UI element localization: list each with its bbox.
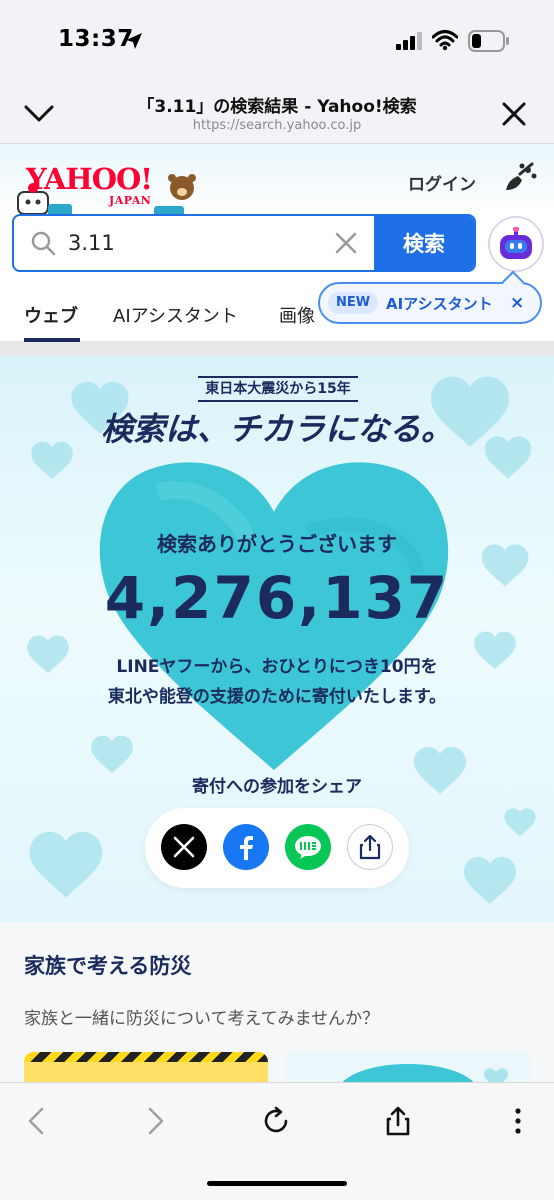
location-arrow-icon [126, 33, 142, 49]
donation-line-1: LINEヤフーから、おひとりにつき10円を [116, 657, 438, 677]
tab-images[interactable]: 画像 [279, 302, 315, 328]
share-label: 寄付への参加をシェア [192, 777, 362, 797]
share-line-button[interactable] [285, 824, 331, 870]
tooltip-arrow [501, 270, 525, 294]
share-facebook-button[interactable] [223, 824, 269, 870]
chevron-right-icon [148, 1107, 164, 1135]
facebook-logo-icon [240, 836, 253, 860]
campaign-banner: 東日本大震災から15年 検索は、チカラになる。 検索ありがとうございます 4,2… [0, 356, 554, 922]
status-time: 13:37 [58, 26, 134, 52]
disaster-section: 家族で考える防災 家族と一緒に防災について考えてみませんか？ [0, 922, 554, 1092]
x-logo-icon [173, 836, 195, 858]
search-count: 4,276,137 [104, 564, 450, 632]
clear-icon[interactable] [334, 231, 358, 255]
yahoo-logo[interactable]: YAHOO! JAPAN [14, 158, 204, 220]
share-x-button[interactable] [161, 824, 207, 870]
disaster-title[interactable]: 家族で考える防災 [24, 950, 191, 980]
wifi-icon [432, 30, 458, 51]
section-divider [0, 342, 554, 356]
reload-icon [264, 1106, 288, 1133]
share-icon [386, 1106, 410, 1136]
thanks-text: 検索ありがとうございます [157, 532, 397, 556]
browser-toolbar [0, 1082, 554, 1200]
share-icon [359, 834, 381, 860]
login-link[interactable]: ログイン [408, 170, 476, 195]
line-logo-icon [295, 836, 321, 859]
campaign-subtitle: 東日本大震災から15年 [198, 376, 358, 402]
new-badge: NEW [328, 292, 379, 314]
browser-header: 「3.11」の検索結果 - Yahoo!検索 https://search.ya… [0, 86, 554, 144]
search-input[interactable] [68, 216, 338, 270]
battery-icon [468, 30, 509, 52]
cellular-signal-icon [396, 32, 422, 50]
yahoo-header: YAHOO! JAPAN ログイン [0, 144, 554, 218]
search-icon [31, 231, 56, 256]
paintbrush-icon[interactable] [500, 162, 538, 194]
share-page-button[interactable] [378, 1101, 418, 1141]
more-vertical-icon [515, 1108, 521, 1134]
back-button[interactable] [16, 1101, 56, 1141]
ai-robot-icon [500, 227, 532, 259]
tooltip-close-button[interactable]: × [510, 293, 524, 313]
ai-assistant-tooltip[interactable]: NEW AIアシスタント × [318, 270, 542, 324]
share-more-button[interactable] [347, 824, 393, 870]
share-bar [145, 808, 409, 888]
chevron-down-icon[interactable] [22, 98, 56, 128]
search-box: 検索 [12, 214, 476, 272]
disaster-description: 家族と一緒に防災について考えてみませんか？ [24, 1009, 380, 1029]
ai-assistant-button[interactable] [488, 216, 544, 272]
more-options-button[interactable] [498, 1101, 538, 1141]
status-bar: 13:37 [0, 0, 554, 86]
tab-ai-assistant[interactable]: AIアシスタント [113, 302, 238, 328]
close-icon[interactable] [500, 100, 528, 128]
donation-line-2: 東北や能登の支援のために寄付いたします。 [107, 687, 447, 707]
home-indicator[interactable] [207, 1181, 347, 1186]
campaign-title: 検索は、チカラになる。 [100, 410, 453, 448]
forward-button[interactable] [136, 1101, 176, 1141]
chevron-left-icon [28, 1107, 44, 1135]
logo-subtext: JAPAN [109, 194, 152, 207]
logo-text: YAHOO! [26, 162, 153, 196]
reload-button[interactable] [256, 1101, 296, 1141]
caution-stripe [24, 1052, 268, 1062]
tab-web[interactable]: ウェブ [24, 302, 78, 328]
tooltip-label: AIアシスタント [386, 295, 493, 313]
search-button[interactable]: 検索 [374, 216, 474, 270]
page-url: https://search.yahoo.co.jp [192, 118, 362, 133]
page-title: 「3.11」の検索結果 - Yahoo!検索 [137, 97, 417, 117]
